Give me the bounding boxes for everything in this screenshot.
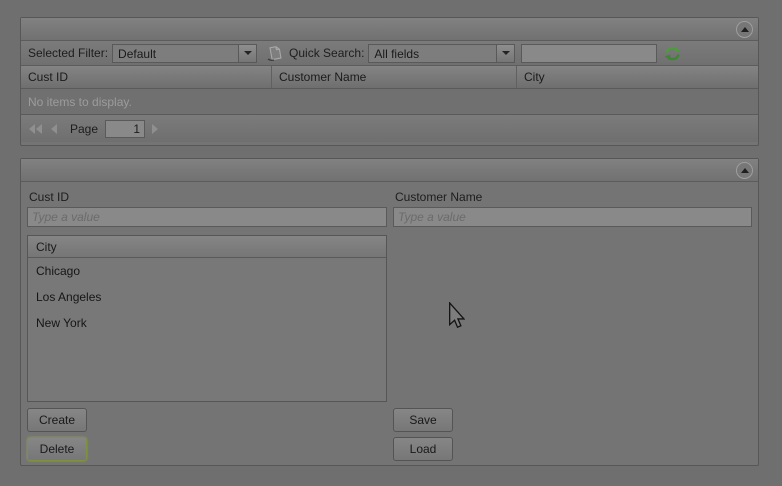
city-list: City Chicago Los Angeles New York xyxy=(27,235,387,402)
grid-header: Cust ID Customer Name City xyxy=(21,66,758,89)
chevron-down-glyph xyxy=(502,51,510,55)
chevron-up-icon xyxy=(741,168,749,173)
customers-grid-panel: Selected Filter: Default Quick Search: xyxy=(20,17,759,146)
chevron-down-glyph xyxy=(244,51,252,55)
cust-id-label: Cust ID xyxy=(27,188,387,207)
list-item[interactable]: New York xyxy=(28,310,386,336)
list-item[interactable]: Los Angeles xyxy=(28,284,386,310)
customer-form-body: Cust ID City Chicago Los Angeles New Yor… xyxy=(21,182,758,478)
first-page-icon[interactable] xyxy=(29,124,42,134)
refresh-icon[interactable] xyxy=(664,45,681,62)
triangle-left-glyph xyxy=(51,124,57,134)
search-field-combo[interactable]: All fields xyxy=(368,44,515,63)
column-header-city[interactable]: City xyxy=(517,66,758,88)
quick-search-label: Quick Search: xyxy=(289,46,364,60)
chevron-down-icon[interactable] xyxy=(496,45,514,62)
bottom-panel-header xyxy=(21,159,758,182)
collapse-panel-icon[interactable] xyxy=(736,162,753,179)
delete-button[interactable]: Delete xyxy=(27,437,87,461)
previous-page-icon[interactable] xyxy=(51,124,57,134)
app-screen: Selected Filter: Default Quick Search: xyxy=(0,0,782,486)
quick-search-input[interactable] xyxy=(521,44,657,63)
triangle-right-glyph xyxy=(152,124,158,134)
list-item[interactable]: Chicago xyxy=(28,258,386,284)
page-number-input[interactable] xyxy=(105,120,145,138)
triangle-left-glyph xyxy=(29,124,35,134)
customer-name-field[interactable] xyxy=(393,207,752,227)
customer-name-label: Customer Name xyxy=(393,188,752,207)
grid-empty-message: No items to display. xyxy=(21,89,758,115)
page-label: Page xyxy=(70,122,98,136)
top-panel-header xyxy=(21,18,758,41)
city-list-column-header[interactable]: City xyxy=(28,236,386,258)
next-page-icon[interactable] xyxy=(152,124,158,134)
column-header-customer-name[interactable]: Customer Name xyxy=(272,66,517,88)
selected-filter-label: Selected Filter: xyxy=(28,46,108,60)
collapse-panel-icon[interactable] xyxy=(736,21,753,38)
selected-filter-combo[interactable]: Default xyxy=(112,44,257,63)
filter-document-icon[interactable] xyxy=(265,44,284,63)
column-header-cust-id[interactable]: Cust ID xyxy=(21,66,272,88)
customer-form-panel: Cust ID City Chicago Los Angeles New Yor… xyxy=(20,158,759,466)
chevron-down-icon[interactable] xyxy=(238,45,256,62)
chevron-up-icon xyxy=(741,27,749,32)
create-button[interactable]: Create xyxy=(27,408,87,432)
save-button[interactable]: Save xyxy=(393,408,453,432)
search-field-value: All fields xyxy=(369,45,496,62)
load-button[interactable]: Load xyxy=(393,437,453,461)
cust-id-field[interactable] xyxy=(27,207,387,227)
triangle-left-glyph xyxy=(36,124,42,134)
selected-filter-value: Default xyxy=(113,45,238,62)
filter-toolbar: Selected Filter: Default Quick Search: xyxy=(21,41,758,66)
paging-toolbar: Page xyxy=(21,115,758,142)
